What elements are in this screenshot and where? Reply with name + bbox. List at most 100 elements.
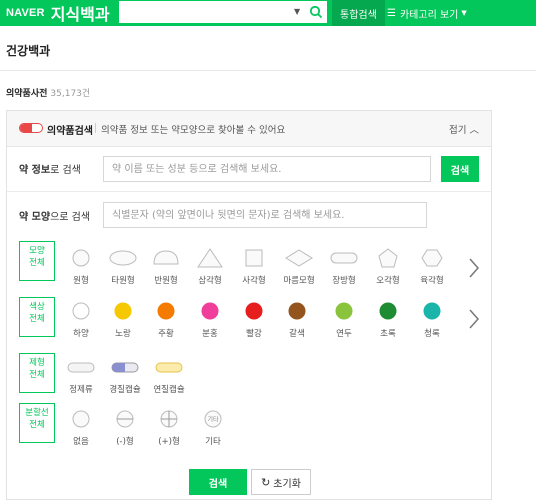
shape-tag-line1: 모양 — [29, 246, 45, 256]
shape-label: 오각형 — [376, 276, 400, 286]
info-search-input[interactable] — [104, 157, 430, 182]
hard-capsule-icon — [111, 362, 139, 373]
search-icon[interactable] — [309, 5, 323, 19]
integrated-search-button[interactable]: 통합검색 — [332, 0, 385, 26]
color-label: 청록 — [424, 329, 440, 339]
oval-shape-icon — [109, 250, 137, 266]
color-option[interactable]: 주황 — [144, 301, 188, 345]
split-option-none[interactable]: 없음 — [59, 409, 103, 453]
color-option[interactable]: 초록 — [366, 301, 410, 345]
top-search-input[interactable] — [123, 4, 283, 20]
color-option[interactable]: 빨강 — [232, 301, 276, 345]
form-option-tablet[interactable]: 정제류 — [59, 357, 103, 401]
pentagon-shape-icon — [378, 248, 398, 268]
color-option[interactable]: 연두 — [322, 301, 366, 345]
info-search-label: 약 정보로 검색 — [19, 161, 81, 176]
color-option[interactable]: 하양 — [59, 301, 103, 345]
shape-label: 마름모형 — [283, 276, 315, 286]
shape-option-diamond[interactable]: 마름모형 — [272, 248, 326, 292]
form-option-soft-capsule[interactable]: 연질캡슐 — [147, 357, 191, 401]
category-view-button[interactable]: ☰ 카테고리 보기 ▼ — [387, 0, 467, 26]
reset-button[interactable]: ↻ 초기화 — [251, 469, 311, 495]
color-label: 빨강 — [246, 329, 262, 339]
top-bar: NAVER 지식백과 ▼ 통합검색 ☰ 카테고리 보기 ▼ — [0, 0, 536, 26]
shape-label: 육각형 — [420, 276, 444, 286]
dropdown-caret-icon[interactable]: ▼ — [294, 7, 300, 16]
naver-logo[interactable]: NAVER 지식백과 — [6, 0, 110, 26]
color-option[interactable]: 노랑 — [101, 301, 145, 345]
form-option-hard-capsule[interactable]: 경질캡슐 — [103, 357, 147, 401]
shape-all-tag[interactable]: 모양 전체 — [19, 241, 55, 281]
shape-search-label: 약 모양으로 검색 — [19, 208, 90, 223]
info-search-button[interactable]: 검색 — [441, 156, 479, 182]
color-label: 분홍 — [202, 329, 218, 339]
color-option[interactable]: 분홍 — [188, 301, 232, 345]
diamond-shape-icon — [285, 249, 313, 267]
shape-option-triangle[interactable]: 삼각형 — [188, 248, 232, 292]
dictionary-name: 의약품사전 — [6, 89, 48, 99]
color-label: 연두 — [336, 329, 352, 339]
color-swatch-icon — [423, 302, 441, 320]
panel-description: 의약품 정보 또는 약모양으로 찾아볼 수 있어요 — [101, 125, 286, 136]
shape-label: 타원형 — [111, 276, 135, 286]
split-option-minus[interactable]: (-)형 — [103, 409, 147, 453]
shape-option-square[interactable]: 사각형 — [232, 248, 276, 292]
panel-header: 의약품검색 의약품 정보 또는 약모양으로 찾아볼 수 있어요 접기 ︿ — [7, 111, 491, 147]
chevron-right-icon[interactable] — [467, 308, 481, 330]
color-option[interactable]: 청록 — [410, 301, 454, 345]
shape-label: 장방형 — [332, 276, 356, 286]
shape-search-field — [103, 202, 427, 228]
soft-capsule-icon — [155, 362, 183, 373]
fold-button[interactable]: 접기 ︿ — [449, 122, 479, 136]
split-option-plus[interactable]: (+)형 — [147, 409, 191, 453]
split-label: 없음 — [73, 437, 89, 447]
color-swatch-icon — [114, 302, 132, 320]
triangle-shape-icon — [197, 248, 223, 268]
form-all-tag[interactable]: 제형 전체 — [19, 353, 55, 393]
fold-label: 접기 — [448, 125, 467, 136]
chevron-down-icon: ▼ — [461, 9, 467, 17]
page-title: 건강백과 — [6, 44, 51, 58]
color-label: 하양 — [73, 329, 89, 339]
color-swatch-icon — [335, 302, 353, 320]
other-split-icon: 기타 — [204, 410, 222, 428]
shape-option-oval[interactable]: 타원형 — [101, 248, 145, 292]
color-label: 초록 — [380, 329, 396, 339]
color-label: 주황 — [158, 329, 174, 339]
shape-option-round[interactable]: 원형 — [59, 248, 103, 292]
list-icon: ☰ — [387, 7, 396, 19]
pill-icon — [19, 123, 43, 133]
imprint-search-input[interactable] — [104, 203, 426, 228]
split-label: (-)형 — [116, 437, 134, 447]
form-tag-line1: 제형 — [29, 358, 45, 368]
color-tag-line2: 전체 — [29, 314, 45, 324]
split-all-tag[interactable]: 분할선 전체 — [19, 403, 55, 443]
shape-label: 반원형 — [154, 276, 178, 286]
shape-option-hexagon[interactable]: 육각형 — [410, 248, 454, 292]
drug-search-panel: 의약품검색 의약품 정보 또는 약모양으로 찾아볼 수 있어요 접기 ︿ 약 정… — [6, 110, 492, 500]
shape-option-semicircle[interactable]: 반원형 — [144, 248, 188, 292]
top-search-box: ▼ — [118, 0, 328, 24]
tablet-icon — [67, 362, 95, 373]
shape-option-pentagon[interactable]: 오각형 — [366, 248, 410, 292]
shape-option-oblong[interactable]: 장방형 — [322, 248, 366, 292]
info-search-label-bold: 약 정보 — [19, 165, 51, 176]
color-option[interactable]: 갈색 — [275, 301, 319, 345]
split-option-other[interactable]: 기타 기타 — [191, 409, 235, 453]
shape-label: 삼각형 — [198, 276, 222, 286]
info-search-field — [103, 156, 431, 182]
color-swatch-icon — [245, 302, 263, 320]
square-shape-icon — [245, 249, 263, 267]
shape-label: 사각형 — [242, 276, 266, 286]
row-separator — [7, 191, 491, 192]
shape-search-label-rest: 으로 검색 — [50, 212, 91, 223]
plus-split-icon — [160, 410, 178, 428]
color-label: 노랑 — [115, 329, 131, 339]
split-tag-line1: 분할선 — [25, 408, 49, 418]
color-swatch-icon — [379, 302, 397, 320]
hexagon-shape-icon — [421, 249, 443, 267]
color-all-tag[interactable]: 색상 전체 — [19, 297, 55, 337]
color-label: 갈색 — [289, 329, 305, 339]
search-button[interactable]: 검색 — [189, 469, 247, 495]
chevron-right-icon[interactable] — [467, 257, 481, 279]
